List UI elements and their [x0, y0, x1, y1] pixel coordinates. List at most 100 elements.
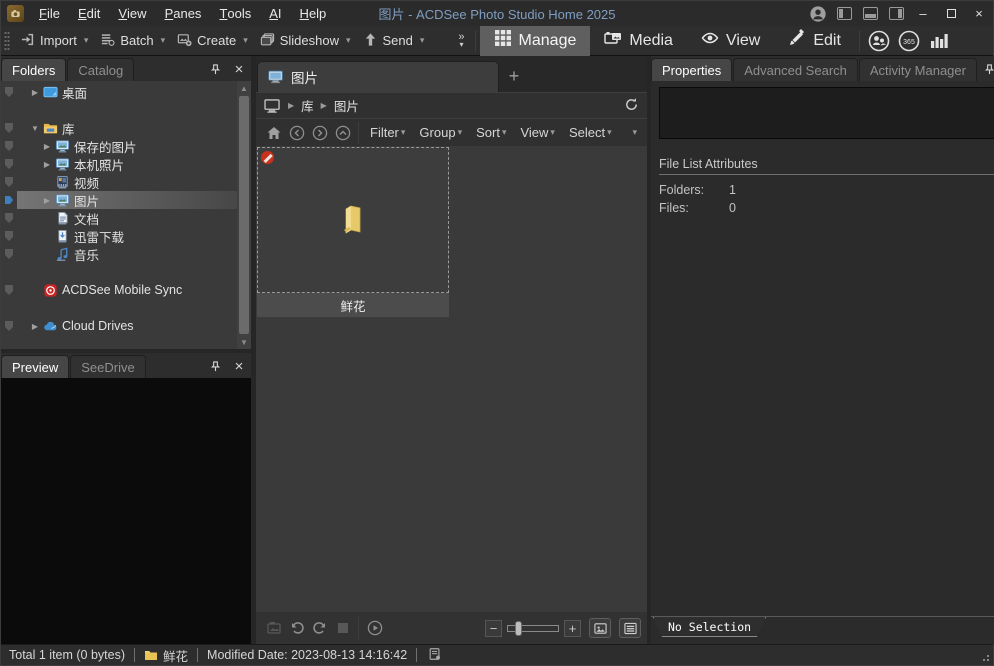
shield-icon[interactable] [1, 158, 17, 170]
filelist-menu-filter[interactable]: Filter▾ [363, 125, 412, 140]
folder-thumbnail[interactable] [257, 147, 449, 293]
send-button[interactable]: Send▾ [357, 28, 431, 54]
preview-tab-preview[interactable]: Preview [1, 355, 69, 378]
zoom-in-button[interactable]: + [564, 620, 581, 637]
file-list-tab[interactable]: 图片 [257, 61, 499, 92]
compare-icon[interactable] [331, 620, 354, 636]
shield-icon[interactable] [1, 176, 17, 188]
mode-manage-button[interactable]: Manage [480, 26, 591, 56]
breadcrumb-item[interactable]: 图片 [334, 96, 359, 115]
file-item-folder[interactable]: 鲜花 [257, 147, 449, 317]
batch-button[interactable]: Batch▾ [94, 28, 171, 54]
zoom-out-button[interactable]: − [485, 620, 502, 637]
home-icon[interactable] [262, 125, 285, 141]
minimize-button[interactable]: – [909, 1, 937, 26]
pin-icon[interactable] [203, 58, 227, 81]
tree-item-ACDSee Mobile Sync[interactable]: ACDSee Mobile Sync [1, 281, 237, 299]
selected-arrow-icon[interactable] [1, 194, 17, 206]
filelist-menu-select[interactable]: Select▾ [562, 125, 619, 140]
selection-tab[interactable]: No Selection [653, 617, 766, 637]
shield-icon[interactable] [1, 86, 17, 98]
menu-file[interactable]: File [30, 1, 69, 26]
forward-icon[interactable] [308, 125, 331, 141]
menu-help[interactable]: Help [291, 1, 336, 26]
log-icon[interactable] [428, 647, 442, 664]
tree-item-文档[interactable]: 文档 [1, 209, 237, 227]
slideshow-button[interactable]: Slideshow▾ [254, 28, 357, 54]
close-button[interactable]: × [965, 1, 993, 26]
expander-collapsed-icon[interactable]: ▶ [29, 322, 41, 331]
acquire-photos-icon[interactable] [262, 620, 285, 636]
menu-ai[interactable]: AI [260, 1, 290, 26]
tree-item-库[interactable]: ▼库 [1, 119, 237, 137]
filelist-menu-sort[interactable]: Sort▾ [469, 125, 513, 140]
toolbar-grip[interactable] [4, 31, 10, 51]
details-view-button[interactable] [619, 618, 641, 638]
filelist-menu-group[interactable]: Group▾ [412, 125, 469, 140]
close-panel-icon[interactable]: × [227, 355, 251, 378]
menu-view[interactable]: View [109, 1, 155, 26]
undo-icon[interactable] [285, 620, 308, 636]
menu-edit[interactable]: Edit [69, 1, 109, 26]
mode-view-button[interactable]: View [687, 26, 774, 56]
layout-left-pane-icon[interactable] [831, 1, 857, 26]
mode-media-button[interactable]: Media [590, 26, 687, 56]
scroll-down-icon[interactable]: ▼ [240, 335, 248, 349]
up-icon[interactable] [331, 125, 354, 141]
pin-icon[interactable] [978, 58, 994, 81]
shield-icon[interactable] [1, 248, 17, 260]
people-icon[interactable] [864, 28, 894, 54]
back-icon[interactable] [285, 125, 308, 141]
tree-item-保存的图片[interactable]: ▶保存的图片 [1, 137, 237, 155]
import-button[interactable]: Import▾ [14, 28, 94, 54]
tree-item-桌面[interactable]: ▶桌面 [1, 83, 237, 101]
folders-tab-folders[interactable]: Folders [1, 58, 66, 81]
maximize-button[interactable] [937, 1, 965, 26]
shield-icon[interactable] [1, 140, 17, 152]
thumbnail-size-slider[interactable] [507, 625, 559, 632]
layout-right-pane-icon[interactable] [883, 1, 909, 26]
properties-tab-advanced-search[interactable]: Advanced Search [733, 58, 858, 81]
file-list-area[interactable]: 鲜花 [256, 146, 647, 612]
resize-grip[interactable] [980, 652, 990, 662]
mode-edit-button[interactable]: Edit [774, 26, 855, 56]
shield-icon[interactable] [1, 284, 17, 296]
properties-tab-properties[interactable]: Properties [651, 58, 732, 81]
breadcrumb-item[interactable]: 库 [301, 96, 314, 115]
365-icon[interactable]: 365 [894, 28, 924, 54]
expander-collapsed-icon[interactable]: ▶ [41, 196, 53, 205]
menu-panes[interactable]: Panes [156, 1, 211, 26]
pin-icon[interactable] [203, 355, 227, 378]
close-panel-icon[interactable]: × [227, 58, 251, 81]
tree-item-Cloud Drives[interactable]: ▶Cloud Drives [1, 317, 237, 335]
folders-tab-catalog[interactable]: Catalog [67, 58, 134, 81]
new-tab-button[interactable]: + [499, 61, 529, 92]
properties-tab-activity-manager[interactable]: Activity Manager [859, 58, 977, 81]
toolbar-overflow-button[interactable]: »▾ [458, 33, 464, 49]
layout-bottom-pane-icon[interactable] [857, 1, 883, 26]
thumbnail-view-button[interactable] [589, 618, 611, 638]
slideshow-play-icon[interactable] [363, 620, 386, 636]
tree-item-图片[interactable]: ▶图片 [1, 191, 237, 209]
tree-item-本机照片[interactable]: ▶本机照片 [1, 155, 237, 173]
expander-collapsed-icon[interactable]: ▶ [41, 160, 53, 169]
tree-item-迅雷下载[interactable]: 迅雷下载 [1, 227, 237, 245]
filelist-menu-view[interactable]: View▾ [513, 125, 561, 140]
shield-icon[interactable] [1, 320, 17, 332]
expander-collapsed-icon[interactable]: ▶ [29, 88, 41, 97]
dashboard-icon[interactable] [924, 28, 954, 54]
shield-icon[interactable] [1, 230, 17, 242]
toolbar-more-icon[interactable]: ▾ [632, 127, 641, 138]
slider-handle[interactable] [515, 621, 522, 636]
refresh-icon[interactable] [624, 97, 639, 115]
menu-tools[interactable]: Tools [210, 1, 260, 26]
expander-collapsed-icon[interactable]: ▶ [41, 142, 53, 151]
shield-icon[interactable] [1, 212, 17, 224]
redo-icon[interactable] [308, 620, 331, 636]
shield-icon[interactable] [1, 122, 17, 134]
expander-expanded-icon[interactable]: ▼ [29, 124, 41, 133]
tree-item-视频[interactable]: 视频 [1, 173, 237, 191]
account-icon[interactable] [805, 1, 831, 26]
scroll-up-icon[interactable]: ▲ [240, 81, 248, 95]
tree-item-音乐[interactable]: 音乐 [1, 245, 237, 263]
